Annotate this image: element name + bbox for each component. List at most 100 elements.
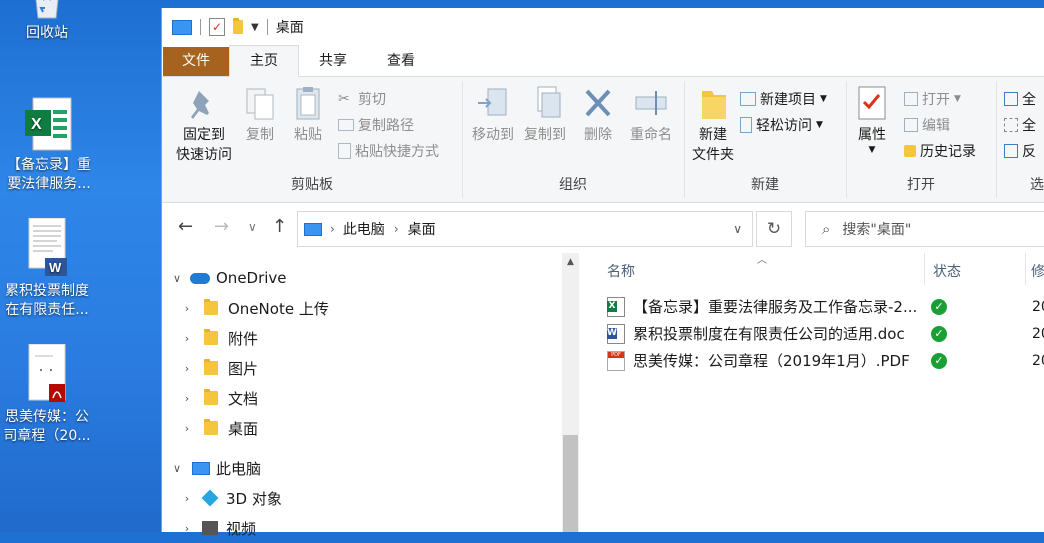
- desktop-icon-label: 累积投票制度 在有限责任...: [5, 283, 89, 318]
- search-placeholder: 搜索"桌面": [842, 222, 912, 238]
- nav-onedrive[interactable]: ∨ OneDrive: [170, 263, 287, 293]
- move-to-button[interactable]: 移动到: [466, 85, 520, 145]
- file-row[interactable]: PDF 思美传媒：公司章程（2019年1月）.PDF: [607, 347, 910, 374]
- open-label: 打开: [922, 92, 950, 108]
- folder-icon: [204, 329, 218, 345]
- column-header-status[interactable]: 状态: [933, 261, 961, 281]
- new-item-icon: [740, 92, 756, 106]
- column-header-date[interactable]: 修: [1031, 261, 1044, 281]
- nav-documents[interactable]: › 文档: [180, 383, 258, 413]
- select-all-button[interactable]: 全: [1004, 89, 1036, 109]
- search-box[interactable]: ⌕ 搜索"桌面": [805, 211, 1044, 247]
- edit-label: 编辑: [922, 118, 950, 134]
- desktop-icon-excel-memo[interactable]: X 【备忘录】重 要法律服务...: [0, 96, 104, 194]
- invert-selection-button[interactable]: 反: [1004, 141, 1036, 161]
- tab-home[interactable]: 主页: [229, 45, 299, 77]
- delete-button[interactable]: 删除: [574, 85, 622, 145]
- nav-label: 图片: [228, 359, 259, 378]
- desktop-icon-word-doc[interactable]: W 累积投票制度 在有限责任...: [0, 217, 102, 320]
- nav-attachments[interactable]: › 附件: [180, 323, 258, 353]
- copy-button[interactable]: 复制: [240, 85, 280, 145]
- column-headers: ︿ 名称 状态 修: [597, 253, 1044, 285]
- paste-button[interactable]: 粘贴: [288, 85, 328, 145]
- tab-file[interactable]: 文件: [163, 47, 229, 76]
- folder-icon: [204, 299, 218, 315]
- open-button[interactable]: 打开 ▼: [904, 89, 961, 109]
- desktop-icon-label: 【备忘录】重 要法律服务...: [7, 157, 91, 192]
- paste-shortcut-button[interactable]: 粘贴快捷方式: [338, 141, 439, 161]
- nav-label: 桌面: [228, 419, 259, 438]
- organize-group-label: 组织: [559, 177, 587, 193]
- nav-videos[interactable]: › 视频: [180, 513, 256, 543]
- pdf-file-icon: PDF: [607, 350, 625, 371]
- easy-access-button[interactable]: 轻松访问 ▼: [740, 115, 823, 135]
- organize-group: 移动到 复制到 删除 重命名 组织: [462, 81, 685, 198]
- paste-shortcut-label: 粘贴快捷方式: [355, 144, 439, 160]
- customize-quick-access-icon[interactable]: ▼: [251, 22, 259, 33]
- title-separator: [266, 19, 268, 35]
- sync-status-ok-icon: ✓: [931, 299, 947, 315]
- copy-to-button[interactable]: 复制到: [518, 85, 572, 145]
- new-folder-label-1: 新建: [699, 127, 727, 143]
- tab-share[interactable]: 共享: [299, 46, 367, 76]
- nav-desktop[interactable]: › 桌面: [180, 413, 258, 443]
- edit-button[interactable]: 编辑: [904, 115, 950, 135]
- new-folder-quick-icon[interactable]: [233, 18, 243, 34]
- file-row[interactable]: W 累积投票制度在有限责任公司的适用.doc: [607, 320, 905, 347]
- refresh-button[interactable]: ↻: [756, 211, 792, 247]
- breadcrumb-separator-icon: ›: [393, 222, 399, 236]
- file-name: 思美传媒：公司章程（2019年1月）.PDF: [633, 352, 910, 370]
- cut-label: 剪切: [358, 92, 386, 108]
- copy-path-button[interactable]: 复制路径: [338, 115, 414, 135]
- desktop-icon-recycle-bin[interactable]: 回收站: [0, 0, 102, 43]
- nav-3d-objects[interactable]: › 3D 对象: [180, 483, 282, 513]
- nav-pictures[interactable]: › 图片: [180, 353, 258, 383]
- breadcrumb-desktop[interactable]: 桌面: [408, 219, 436, 239]
- nav-this-pc[interactable]: ∨ 此电脑: [170, 453, 261, 483]
- tab-view[interactable]: 查看: [367, 46, 435, 76]
- address-dropdown-chevron-icon[interactable]: ∨: [733, 222, 742, 236]
- desktop-icon-label: 思美传媒：公 司章程（20...: [3, 409, 91, 444]
- copy-label: 复制: [246, 127, 274, 143]
- move-to-label: 移动到: [472, 127, 514, 143]
- breadcrumb-this-pc[interactable]: 此电脑: [343, 219, 385, 239]
- forward-arrow-icon[interactable]: →: [214, 216, 229, 237]
- pin-label-1: 固定到: [183, 127, 225, 143]
- desktop-icon-label: 回收站: [26, 25, 68, 41]
- column-header-name[interactable]: 名称: [607, 261, 635, 281]
- sort-indicator-icon: ︿: [757, 255, 767, 266]
- history-button[interactable]: 历史记录: [904, 141, 976, 161]
- scrollbar-thumb[interactable]: [563, 435, 578, 532]
- nav-onenote-upload[interactable]: › OneNote 上传: [180, 293, 329, 323]
- nav-label: OneDrive: [216, 269, 287, 287]
- back-arrow-icon[interactable]: ←: [178, 216, 193, 237]
- pin-to-quick-access-button[interactable]: 固定到 快速访问: [170, 85, 238, 165]
- clipboard-group-label: 剪贴板: [291, 177, 333, 193]
- up-arrow-icon[interactable]: ↑: [272, 216, 287, 237]
- nav-label: 文档: [228, 389, 259, 408]
- file-row[interactable]: X 【备忘录】重要法律服务及工作备忘录-2...: [607, 293, 917, 320]
- search-icon: ⌕: [822, 220, 831, 238]
- title-separator: [200, 19, 201, 35]
- new-item-button[interactable]: 新建项目 ▼: [740, 89, 827, 109]
- properties-label: 属性: [858, 127, 886, 143]
- nav-label: 此电脑: [216, 459, 262, 478]
- copy-path-icon: [338, 119, 354, 131]
- recent-locations-chevron-icon[interactable]: ∨: [248, 220, 257, 234]
- nav-label: 附件: [228, 329, 259, 348]
- properties-button[interactable]: 属性 ▼: [852, 85, 892, 155]
- word-file-icon: W: [607, 323, 625, 344]
- navigation-pane-scrollbar[interactable]: ▲: [562, 253, 579, 532]
- address-bar[interactable]: › 此电脑 › 桌面 ∨: [297, 211, 753, 247]
- new-folder-icon: [696, 85, 730, 123]
- rename-button[interactable]: 重命名: [624, 85, 678, 145]
- scroll-up-arrow-icon[interactable]: ▲: [562, 257, 579, 267]
- new-item-label: 新建项目: [760, 92, 816, 108]
- new-folder-button[interactable]: 新建 文件夹: [688, 85, 738, 165]
- cut-button[interactable]: ✂ 剪切: [338, 89, 386, 109]
- properties-quick-icon[interactable]: ✓: [209, 18, 225, 36]
- delete-label: 删除: [584, 127, 612, 143]
- desktop-icon-pdf[interactable]: 思美传媒：公 司章程（20...: [0, 343, 102, 446]
- rename-icon: [634, 85, 668, 123]
- select-none-button[interactable]: 全: [1004, 115, 1036, 135]
